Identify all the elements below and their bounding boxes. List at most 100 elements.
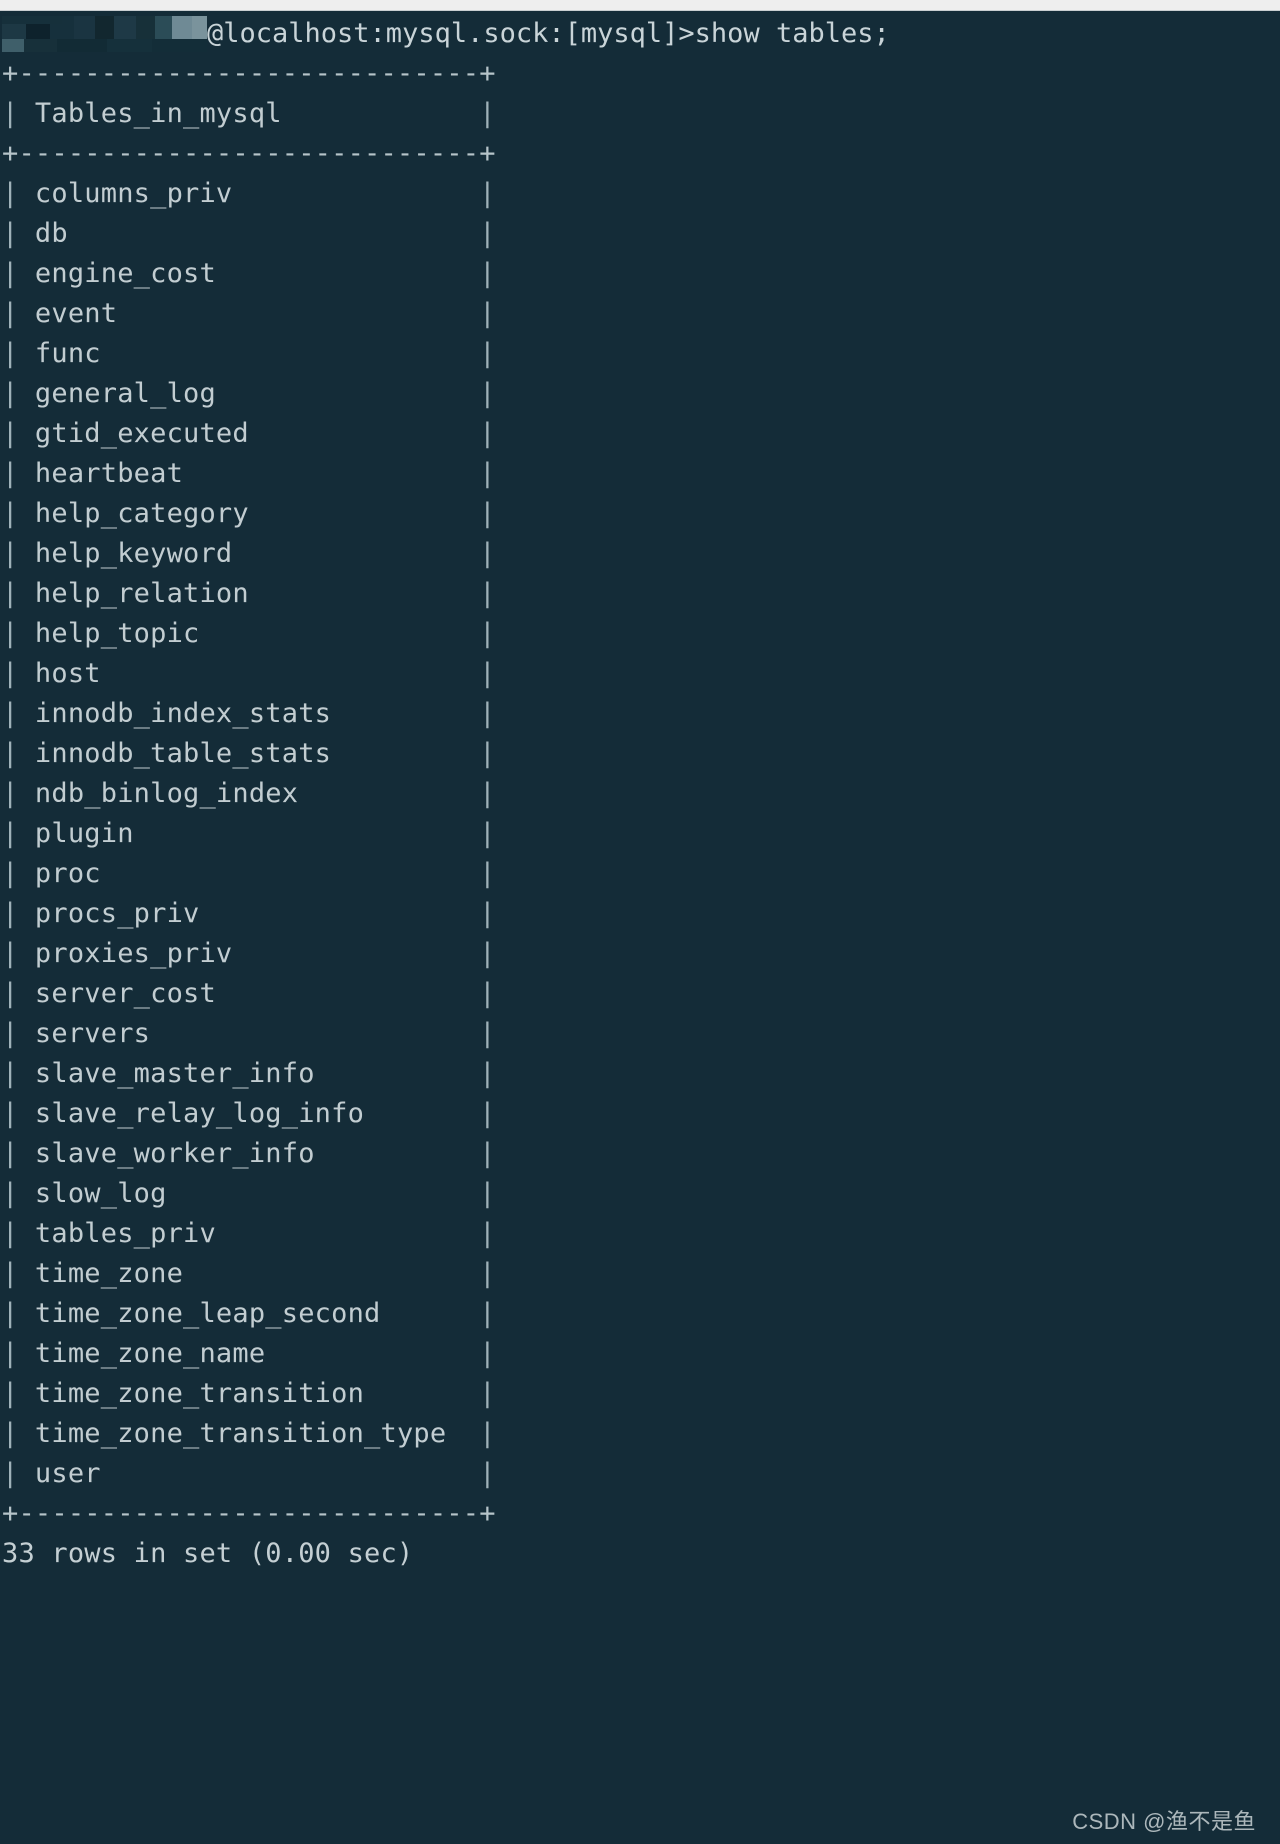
row-left-pipe: | (2, 818, 35, 849)
row-right-pipe: | (232, 178, 496, 209)
row-left-pipe: | (2, 1018, 35, 1049)
row-left-pipe: | (2, 1258, 35, 1289)
table-cell-value: slave_relay_log_info (34, 1098, 365, 1129)
table-row: | proc | (0, 854, 1280, 894)
table-row: | time_zone_transition_type | (0, 1414, 1280, 1454)
result-summary-line: 33 rows in set (0.00 sec) (2, 1538, 414, 1569)
table-cell-value: servers (34, 1018, 151, 1049)
row-left-pipe: | (2, 578, 35, 609)
row-left-pipe: | (2, 258, 35, 289)
table-row: | help_topic | (0, 614, 1280, 654)
row-left-pipe: | (2, 938, 35, 969)
row-left-pipe: | (2, 1338, 35, 1369)
table-cell-value: user (34, 1458, 101, 1489)
table-row: | innodb_index_stats | (0, 694, 1280, 734)
table-row: | servers | (0, 1014, 1280, 1054)
table-cell-value: help_keyword (34, 538, 233, 569)
table-cell-value: tables_priv (34, 1218, 216, 1249)
table-cell-value: gtid_executed (34, 418, 249, 449)
table-cell-value: time_zone_transition_type (34, 1418, 447, 1449)
row-right-pipe: | (314, 1138, 496, 1169)
row-right-pipe: | (150, 1018, 496, 1049)
table-row: | ndb_binlog_index | (0, 774, 1280, 814)
row-right-pipe: | (215, 258, 496, 289)
row-left-pipe: | (2, 1458, 35, 1489)
table-cell-value: help_category (34, 498, 249, 529)
terminal-output-area[interactable]: @localhost:mysql.sock:[mysql]> show table… (0, 11, 1280, 1844)
row-right-pipe: | (183, 1258, 496, 1289)
row-left-pipe: | (2, 1418, 35, 1449)
row-left-pipe: | (2, 698, 35, 729)
row-left-pipe: | (2, 1378, 35, 1409)
window-top-strip (0, 0, 1280, 11)
row-left-pipe: | (2, 1098, 35, 1129)
table-cell-value: func (34, 338, 101, 369)
row-right-pipe: | (232, 938, 496, 969)
row-right-pipe: | (248, 578, 496, 609)
row-right-pipe: | (215, 978, 496, 1009)
row-left-pipe: | (2, 898, 35, 929)
table-cell-value: plugin (34, 818, 134, 849)
table-bottom-border: +----------------------------+ (2, 1498, 496, 1529)
table-cell-value: slave_worker_info (34, 1138, 315, 1169)
table-rows-container: | columns_priv | | db | | engine_cost | | e… (0, 174, 1280, 1494)
row-right-pipe: | (380, 1298, 496, 1329)
table-cell-value: general_log (34, 378, 216, 409)
table-row: | time_zone_transition | (0, 1374, 1280, 1414)
row-right-pipe: | (265, 1338, 496, 1369)
table-row: | host | (0, 654, 1280, 694)
table-cell-value: db (34, 218, 68, 249)
table-row: | user | (0, 1454, 1280, 1494)
command-text: show tables; (694, 18, 890, 49)
row-right-pipe: | (133, 818, 496, 849)
table-row: | server_cost | (0, 974, 1280, 1014)
table-row: | heartbeat | (0, 454, 1280, 494)
row-left-pipe: | (2, 538, 35, 569)
table-row: | plugin | (0, 814, 1280, 854)
row-left-pipe: | (2, 778, 35, 809)
row-right-pipe: | (446, 1418, 496, 1449)
row-right-pipe: | (183, 458, 496, 489)
table-row: | slave_relay_log_info | (0, 1094, 1280, 1134)
table-column-header: Tables_in_mysql (34, 98, 282, 129)
row-right-pipe: | (364, 1098, 496, 1129)
table-row: | engine_cost | (0, 254, 1280, 294)
table-row: | gtid_executed | (0, 414, 1280, 454)
row-left-pipe: | (2, 1178, 35, 1209)
table-row: | help_relation | (0, 574, 1280, 614)
header-right-pipe: | (281, 98, 496, 129)
table-cell-value: columns_priv (34, 178, 233, 209)
table-cell-value: help_relation (34, 578, 249, 609)
table-row: | tables_priv | (0, 1214, 1280, 1254)
table-row: | slave_worker_info | (0, 1134, 1280, 1174)
row-left-pipe: | (2, 978, 35, 1009)
table-cell-value: time_zone_transition (34, 1378, 365, 1409)
table-cell-value: time_zone_name (34, 1338, 266, 1369)
row-left-pipe: | (2, 178, 35, 209)
table-row: | db | (0, 214, 1280, 254)
table-cell-value: host (34, 658, 101, 689)
row-left-pipe: | (2, 658, 35, 689)
table-top-border: +----------------------------+ (2, 58, 496, 89)
row-right-pipe: | (67, 218, 496, 249)
table-row: | time_zone | (0, 1254, 1280, 1294)
table-cell-value: innodb_table_stats (34, 738, 332, 769)
row-left-pipe: | (2, 1298, 35, 1329)
row-right-pipe: | (232, 538, 496, 569)
terminal-screenshot: @localhost:mysql.sock:[mysql]> show table… (0, 0, 1280, 1844)
table-cell-value: innodb_index_stats (34, 698, 332, 729)
table-row: | time_zone_leap_second | (0, 1294, 1280, 1334)
table-cell-value: time_zone (34, 1258, 184, 1289)
table-row: | time_zone_name | (0, 1334, 1280, 1374)
row-right-pipe: | (100, 338, 496, 369)
row-right-pipe: | (100, 658, 496, 689)
table-row: | slave_master_info | (0, 1054, 1280, 1094)
row-right-pipe: | (100, 1458, 496, 1489)
row-left-pipe: | (2, 1138, 35, 1169)
redacted-username-block (2, 16, 207, 52)
row-right-pipe: | (331, 698, 496, 729)
prompt-line: @localhost:mysql.sock:[mysql]> show table… (0, 14, 1280, 54)
table-row: | columns_priv | (0, 174, 1280, 214)
table-row: | general_log | (0, 374, 1280, 414)
row-right-pipe: | (248, 418, 496, 449)
